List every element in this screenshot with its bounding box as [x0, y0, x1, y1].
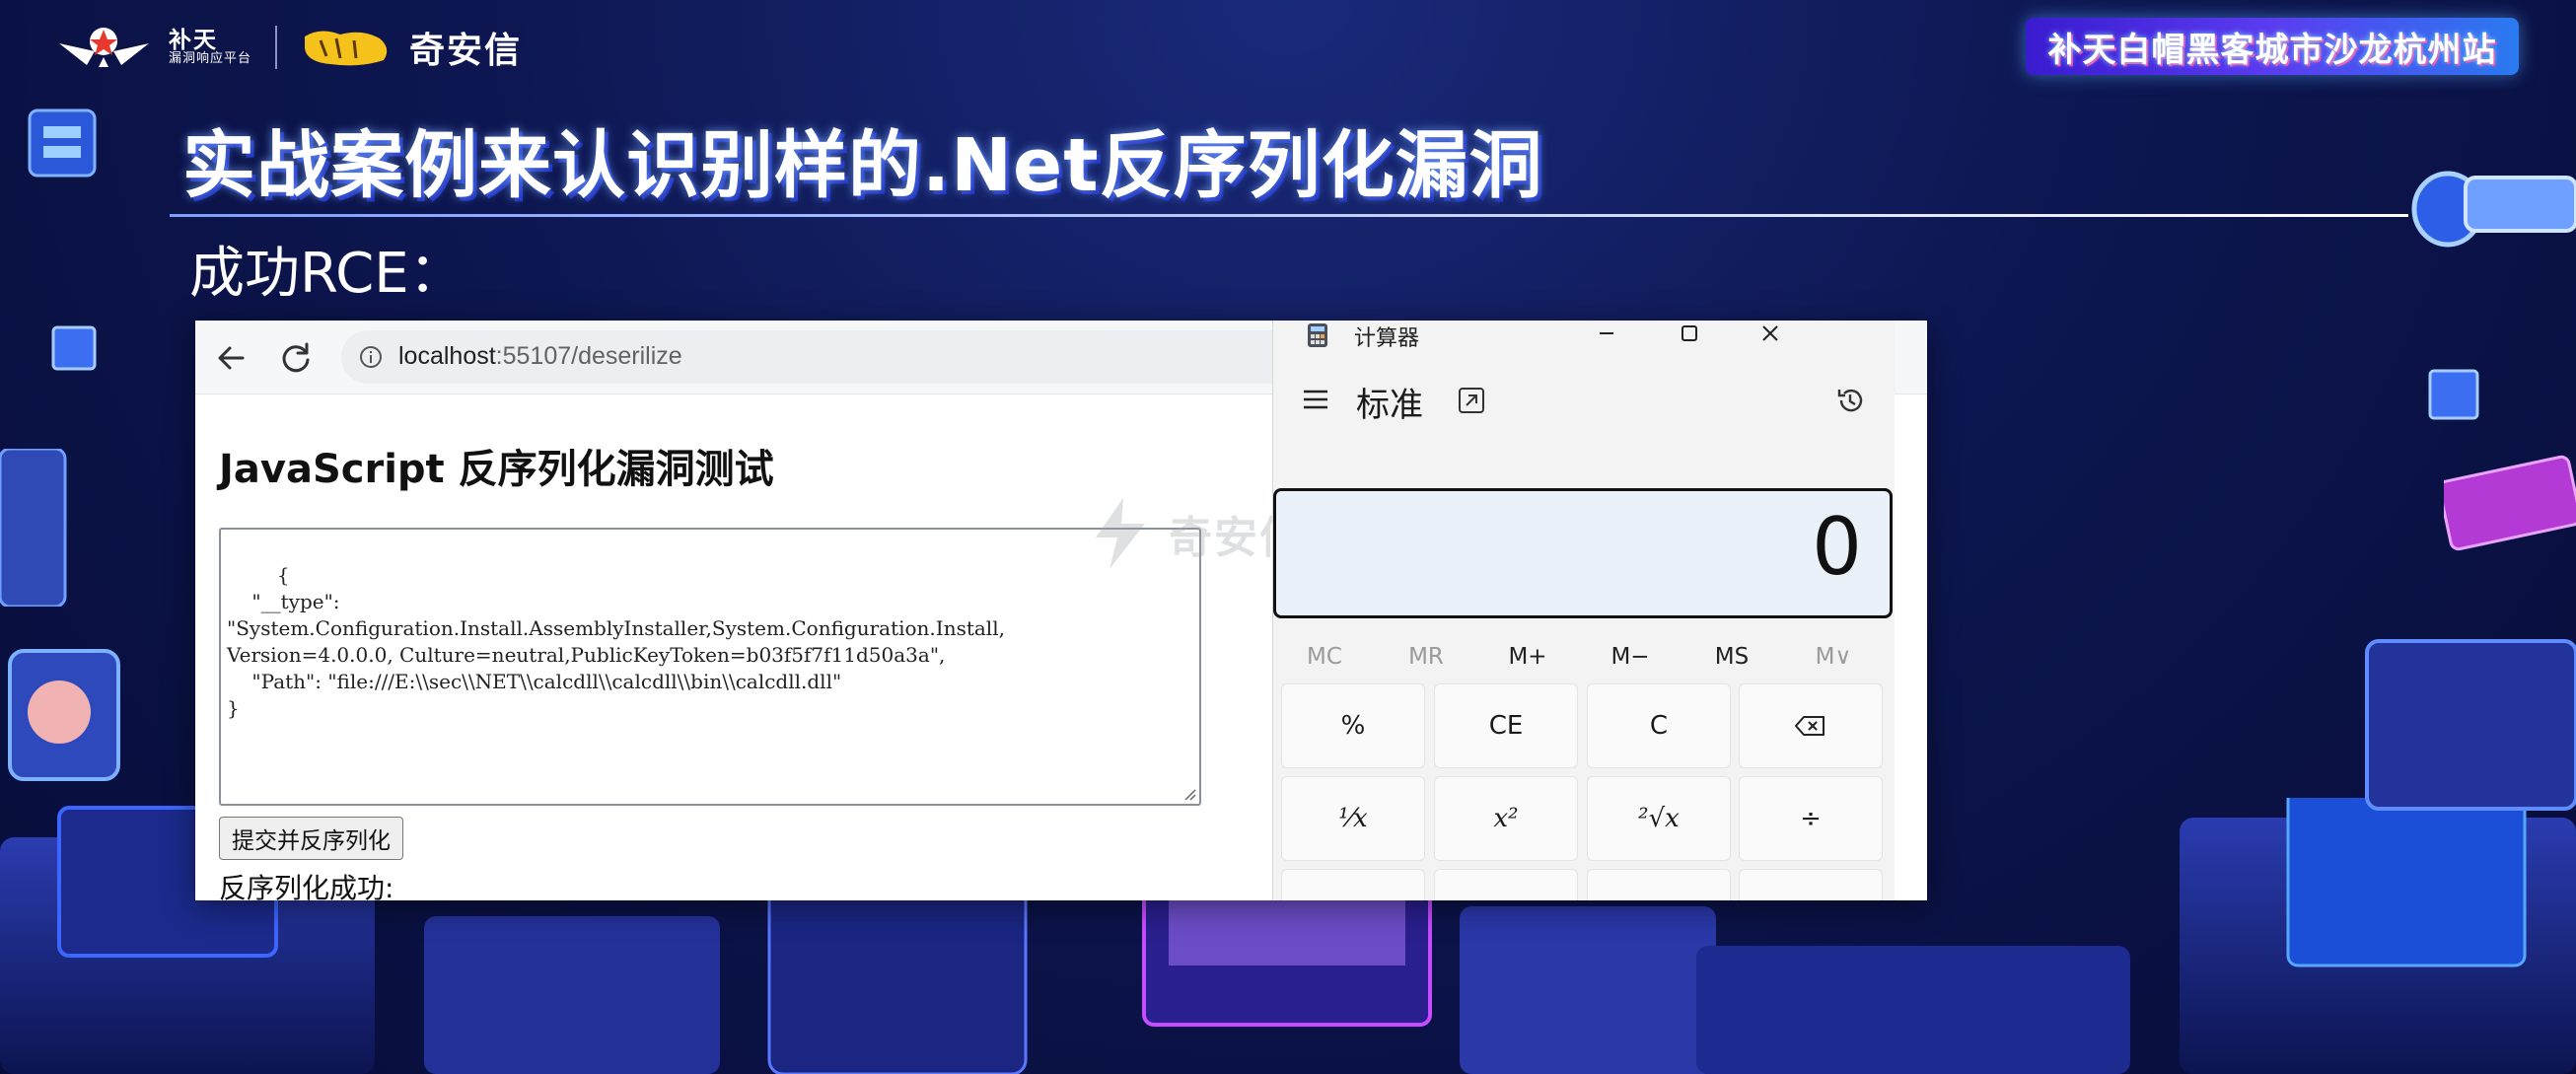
butian-name: 补天	[169, 28, 218, 54]
calculator-title: 计算器	[1354, 326, 1420, 351]
address-url: localhost:55107/deserilize	[398, 342, 682, 371]
payload-text: { "__type": "System.Configuration.Instal…	[227, 563, 1005, 720]
memory-store-button[interactable]: MS	[1681, 632, 1783, 681]
display-value: 0	[1812, 501, 1862, 593]
memory-add-button[interactable]: M+	[1476, 632, 1579, 681]
decorative-screen-icon	[2365, 639, 2576, 811]
keypad-key-partial[interactable]	[1739, 869, 1883, 900]
decorative-chip-icon	[51, 325, 97, 371]
url-path: :55107/deserilize	[495, 342, 682, 370]
submit-deserialize-button[interactable]: 提交并反序列化	[219, 817, 403, 860]
logo-divider	[275, 26, 278, 69]
keypad-key-partial[interactable]	[1434, 869, 1578, 900]
title-divider	[170, 214, 2408, 217]
butian-subtitle: 漏洞响应平台	[169, 51, 252, 67]
slide-stage: 补天 漏洞响应平台 奇安信 补天白帽黑客城市沙龙杭州站 实战案例来认识别样的.N…	[0, 0, 2576, 1074]
memory-row: MC MR M+ M− MS M∨	[1273, 632, 1895, 681]
logo-group: 补天 漏洞响应平台 奇安信	[57, 20, 522, 75]
maximize-icon[interactable]	[1670, 321, 1709, 350]
backspace-button[interactable]	[1739, 683, 1883, 768]
calculator-titlebar: 计算器	[1273, 321, 1895, 351]
slide-subtitle: 成功RCE：	[189, 242, 465, 306]
decorative-chip-icon	[2428, 369, 2479, 420]
clear-entry-button[interactable]: CE	[1434, 683, 1578, 768]
keypad-key-partial[interactable]	[1587, 869, 1731, 900]
decorative-telescope-icon	[2411, 171, 2576, 248]
resize-grip-icon[interactable]	[1182, 787, 1196, 801]
decorative-chip-icon	[28, 108, 97, 178]
reload-icon[interactable]	[278, 340, 314, 376]
page-heading: JavaScript 反序列化漏洞测试	[219, 447, 774, 492]
percent-button[interactable]: %	[1281, 683, 1425, 768]
qianxin-name: 奇安信	[409, 31, 523, 71]
close-icon[interactable]	[1751, 321, 1790, 350]
history-icon[interactable]	[1833, 384, 1867, 417]
qianxin-tiger-logo-icon	[305, 31, 388, 66]
calculator-window: 计算器 标准 0 MC MR M+ M− MS M∨ % CE C ¹⁄x x²…	[1272, 321, 1895, 900]
reciprocal-button[interactable]: ¹⁄x	[1281, 776, 1425, 861]
memory-recall-button[interactable]: MR	[1375, 632, 1477, 681]
back-arrow-icon[interactable]	[213, 340, 249, 376]
butian-brand: 补天 漏洞响应平台	[169, 29, 251, 66]
decorative-device-icon	[2444, 455, 2576, 551]
site-info-icon[interactable]	[359, 345, 383, 369]
butian-wing-logo-icon	[59, 28, 149, 67]
keypad-key-partial[interactable]	[1281, 869, 1425, 900]
memory-subtract-button[interactable]: M−	[1579, 632, 1682, 681]
slide-title: 实战案例来认识别样的.Net反序列化漏洞	[182, 123, 1543, 208]
result-text: 反序列化成功:	[219, 872, 394, 900]
divide-button[interactable]: ÷	[1739, 776, 1883, 861]
memory-list-button[interactable]: M∨	[1782, 632, 1885, 681]
hamburger-menu-icon[interactable]	[1301, 386, 1330, 413]
calculator-display: 0	[1273, 488, 1893, 618]
clear-button[interactable]: C	[1587, 683, 1731, 768]
event-badge-text: 补天白帽黑客城市沙龙杭州站	[2047, 30, 2497, 70]
decorative-device-icon	[0, 449, 67, 607]
watermark-logo-icon	[1096, 498, 1145, 569]
keep-on-top-icon[interactable]	[1457, 386, 1486, 415]
minimize-icon[interactable]	[1587, 321, 1626, 350]
calculator-mode: 标准	[1356, 386, 1423, 425]
square-root-button[interactable]: ²√x	[1587, 776, 1731, 861]
calculator-app-icon	[1308, 323, 1327, 347]
embedded-screenshot: localhost:55107/deserilize JavaScript 反序…	[195, 321, 1927, 900]
calculator-menu-bar: 标准	[1273, 376, 1895, 425]
event-badge: 补天白帽黑客城市沙龙杭州站	[2026, 18, 2519, 75]
backspace-icon	[1795, 716, 1825, 736]
url-host: localhost	[398, 342, 496, 370]
square-button[interactable]: x²	[1434, 776, 1578, 861]
decorative-robot-icon	[8, 649, 120, 781]
payload-textarea[interactable]: { "__type": "System.Configuration.Instal…	[219, 528, 1201, 806]
memory-clear-button[interactable]: MC	[1273, 632, 1376, 681]
